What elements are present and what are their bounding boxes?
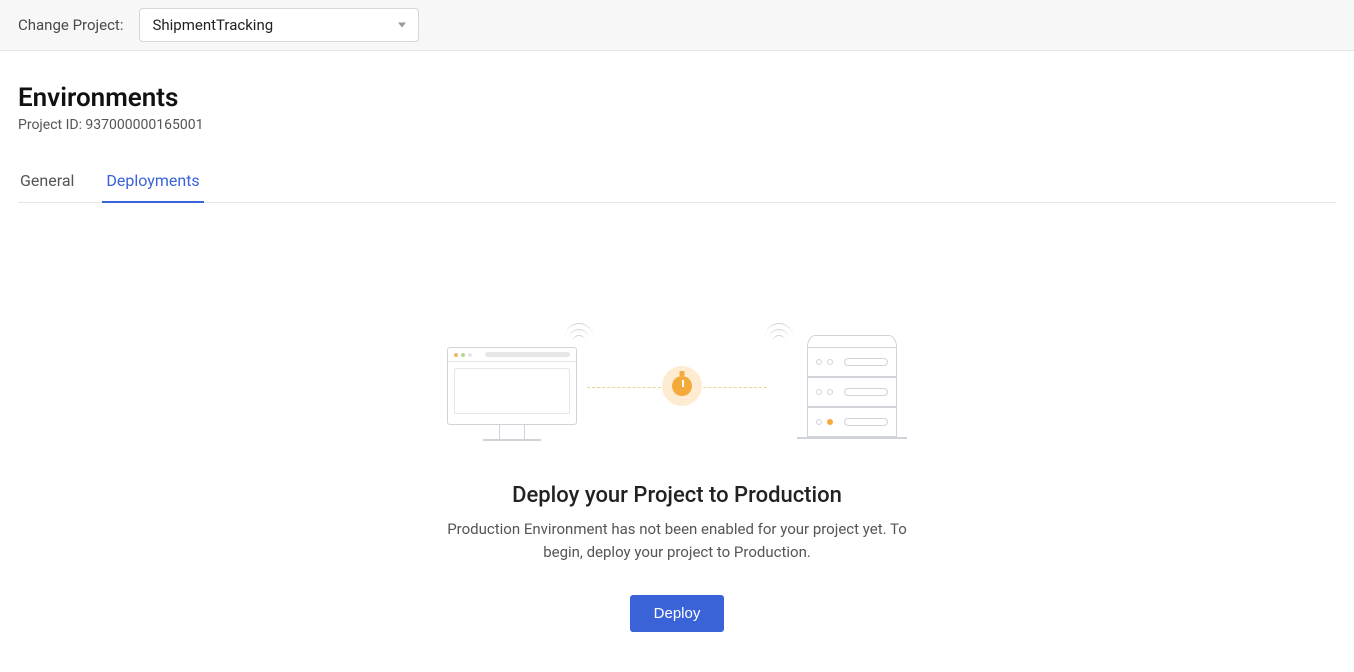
- empty-state: Deploy your Project to Production Produc…: [18, 203, 1336, 632]
- chevron-down-icon: [398, 23, 406, 28]
- stopwatch-icon: [662, 366, 702, 406]
- wifi-icon: [765, 323, 793, 343]
- wifi-icon: [565, 323, 593, 343]
- project-id: Project ID: 937000000165001: [18, 117, 1336, 133]
- tab-general[interactable]: General: [18, 161, 76, 202]
- deploy-illustration: [447, 323, 907, 453]
- empty-state-description: Production Environment has not been enab…: [437, 518, 917, 563]
- server-icon: [807, 335, 897, 439]
- deploy-button[interactable]: Deploy: [630, 595, 725, 632]
- monitor-icon: [447, 347, 577, 425]
- project-select-value: ShipmentTracking: [152, 16, 273, 34]
- tab-deployments[interactable]: Deployments: [104, 161, 201, 202]
- page-title: Environments: [18, 83, 1336, 113]
- tabs: General Deployments: [18, 161, 1336, 203]
- content: Environments Project ID: 937000000165001…: [0, 51, 1354, 672]
- project-select[interactable]: ShipmentTracking: [139, 8, 419, 42]
- topbar: Change Project: ShipmentTracking: [0, 0, 1354, 51]
- empty-state-title: Deploy your Project to Production: [512, 483, 842, 508]
- change-project-label: Change Project:: [18, 16, 123, 34]
